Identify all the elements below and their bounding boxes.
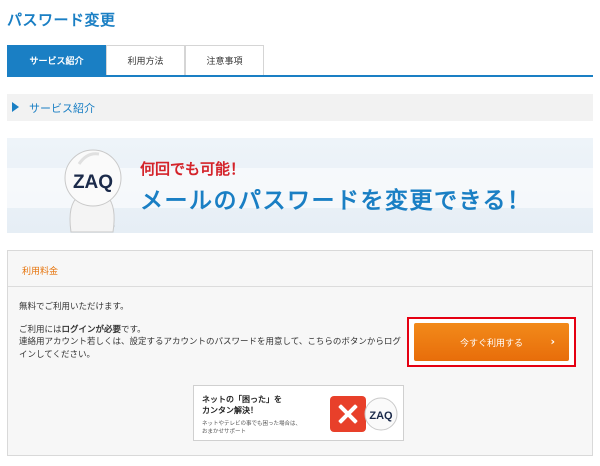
support-ad-banner[interactable]: ネットの「困った」を カンタン解決！ ネットやテレビの事でも困った場合は、 おま… <box>193 385 404 441</box>
login-requirement: ご利用にはログインが必要です。 <box>19 323 146 335</box>
ad-small-text-2: おまかせサポート <box>202 429 247 435</box>
ad-mascot-label: ZAQ <box>369 410 393 422</box>
zaq-mascot-small-icon: ZAQ <box>364 397 398 431</box>
cta-highlight-frame: 今すぐ利用する › <box>407 317 576 367</box>
section-title: サービス紹介 <box>29 102 95 115</box>
use-now-label: 今すぐ利用する <box>459 338 523 349</box>
tab-notes[interactable]: 注意事項 <box>185 45 264 75</box>
login-prefix: ご利用には <box>19 325 62 335</box>
ad-small-text-1: ネットやテレビの事でも困った場合は、 <box>202 421 302 427</box>
ad-headline-1: ネットの「困った」を <box>202 395 282 404</box>
free-notice: 無料でご利用いただけます。 <box>19 302 129 312</box>
banner-heading: メールのパスワードを変更できる！ <box>140 188 532 214</box>
tab-usage[interactable]: 利用方法 <box>106 45 185 75</box>
banner-subheading: 何回でも可能！ <box>140 160 246 178</box>
fee-title: 利用料金 <box>22 267 59 277</box>
page-title: パスワード変更 <box>7 11 116 29</box>
login-instructions: 連絡用アカウント若しくは、設定するアカウントのパスワードを用意して、こちらのボタ… <box>19 337 401 360</box>
fee-panel-header: 利用料金 <box>8 251 592 287</box>
tab-bar: サービス紹介 利用方法 注意事項 <box>7 45 593 77</box>
login-required-emphasis: ログインが必要 <box>61 325 122 335</box>
triangle-right-icon <box>12 102 19 112</box>
tab-service-intro[interactable]: サービス紹介 <box>7 45 106 75</box>
ad-headline-2: カンタン解決！ <box>202 406 258 415</box>
chevron-right-icon: › <box>550 335 555 348</box>
login-suffix: です。 <box>121 325 146 335</box>
section-header: サービス紹介 <box>7 94 593 121</box>
use-now-button[interactable]: 今すぐ利用する › <box>414 323 569 361</box>
zaq-mascot-icon: ZAQ <box>64 149 122 233</box>
mascot-label: ZAQ <box>73 172 113 193</box>
promo-banner: ZAQ 何回でも可能！ メールのパスワードを変更できる！ <box>7 138 593 233</box>
